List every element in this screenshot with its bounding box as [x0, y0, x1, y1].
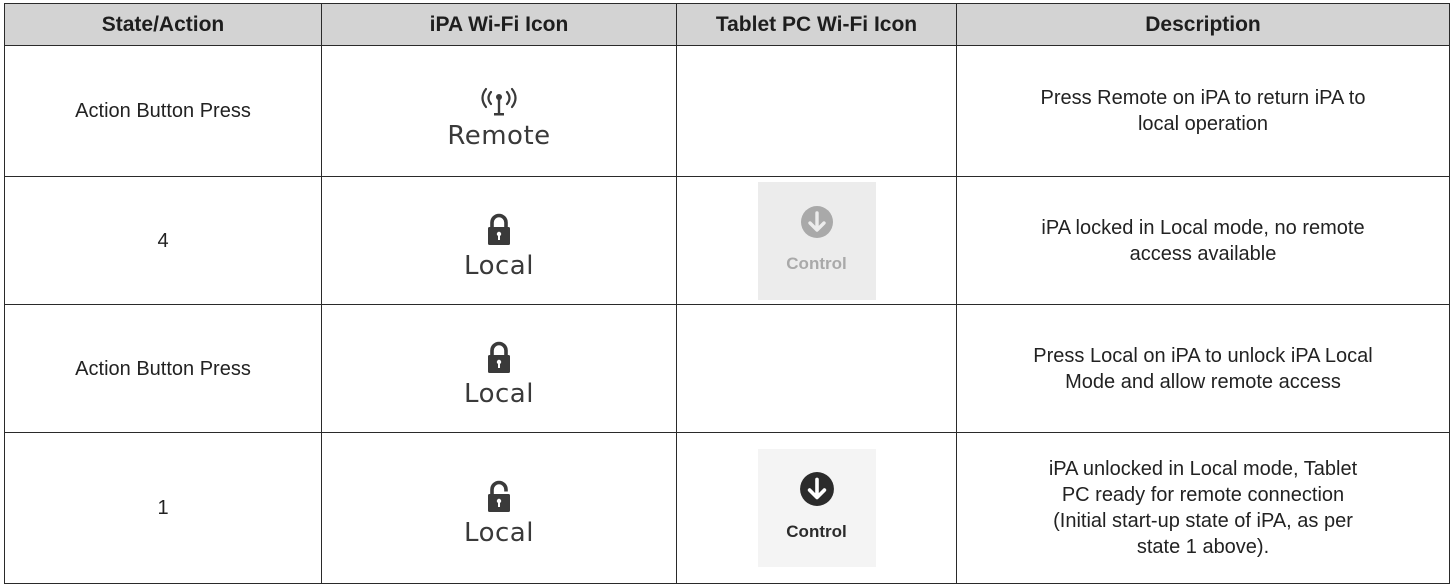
description-line: Mode and allow remote access: [1065, 370, 1341, 393]
description-line: local operation: [1137, 113, 1269, 135]
state-cell: 1: [4, 432, 322, 584]
description-cell: iPA unlocked in Local mode, Tablet PC re…: [956, 432, 1450, 584]
lock-open-icon: [487, 480, 510, 512]
table-row: Action Button Press Local Press Local on…: [4, 304, 1450, 433]
control-button[interactable]: Control: [757, 449, 876, 567]
header-tablet-icon: Tablet PC Wi-Fi Icon: [676, 3, 957, 46]
ipa-local-indicator: Local: [464, 203, 534, 279]
ipa-icon-label: Local: [464, 378, 534, 409]
description-line: access available: [1129, 242, 1277, 265]
ipa-local-indicator: Local: [464, 470, 534, 546]
description-line: state 1 above).: [1136, 536, 1270, 558]
ipa-icon-cell: Local: [321, 304, 677, 433]
state-cell: 4: [4, 176, 322, 305]
control-label: Control: [786, 253, 847, 273]
tablet-icon-cell-empty: [676, 304, 957, 433]
tablet-icon-cell: Control: [676, 176, 957, 305]
tablet-icon-cell: Control: [676, 432, 957, 584]
description-cell: Press Local on iPA to unlock iPA Local M…: [956, 304, 1450, 433]
header-description: Description: [956, 3, 1450, 46]
antenna-icon: [481, 87, 517, 116]
state-cell: Action Button Press: [4, 304, 322, 433]
description-line: Press Local on iPA to unlock iPA Local: [1033, 344, 1373, 367]
download-arrow-icon: [800, 205, 833, 238]
table-row: 1 Local Control iPA unlocked in Local mo…: [4, 432, 1450, 584]
description-line: Press Remote on iPA to return iPA to: [1040, 87, 1366, 109]
lock-closed-icon: [487, 341, 510, 373]
header-ipa-icon: iPA Wi-Fi Icon: [321, 3, 677, 46]
state-action-table: State/Action iPA Wi-Fi Icon Tablet PC Wi…: [4, 3, 1450, 584]
table-row: Action Button Press Remote Press Remote …: [4, 45, 1450, 177]
ipa-icon-cell: Local: [321, 176, 677, 305]
download-arrow-icon: [799, 472, 834, 506]
ipa-icon-cell: Local: [321, 432, 677, 584]
ipa-icon-cell: Remote: [321, 45, 677, 177]
description-cell: iPA locked in Local mode, no remote acce…: [956, 176, 1450, 305]
description-line: PC ready for remote connection: [1061, 484, 1345, 506]
header-row: State/Action iPA Wi-Fi Icon Tablet PC Wi…: [4, 3, 1450, 46]
ipa-icon-label: Local: [464, 250, 534, 281]
description-line: (Initial start-up state of iPA, as per: [1053, 510, 1353, 532]
tablet-icon-cell-empty: [676, 45, 957, 177]
ipa-local-indicator: Local: [464, 331, 534, 407]
control-button-disabled[interactable]: Control: [757, 181, 876, 300]
ipa-icon-label: Local: [464, 518, 534, 548]
state-cell: Action Button Press: [4, 45, 322, 177]
ipa-icon-label: Remote: [447, 121, 551, 151]
description-line: iPA unlocked in Local mode, Tablet: [1048, 458, 1358, 480]
description-cell: Press Remote on iPA to return iPA to loc…: [956, 45, 1450, 177]
control-label: Control: [786, 522, 847, 541]
lock-closed-icon: [487, 213, 510, 245]
ipa-remote-indicator: Remote: [447, 73, 550, 149]
description-line: iPA locked in Local mode, no remote: [1041, 216, 1365, 239]
header-state-action: State/Action: [4, 3, 322, 46]
table-row: 4 Local Control iPA locked in Local mode…: [4, 176, 1450, 305]
